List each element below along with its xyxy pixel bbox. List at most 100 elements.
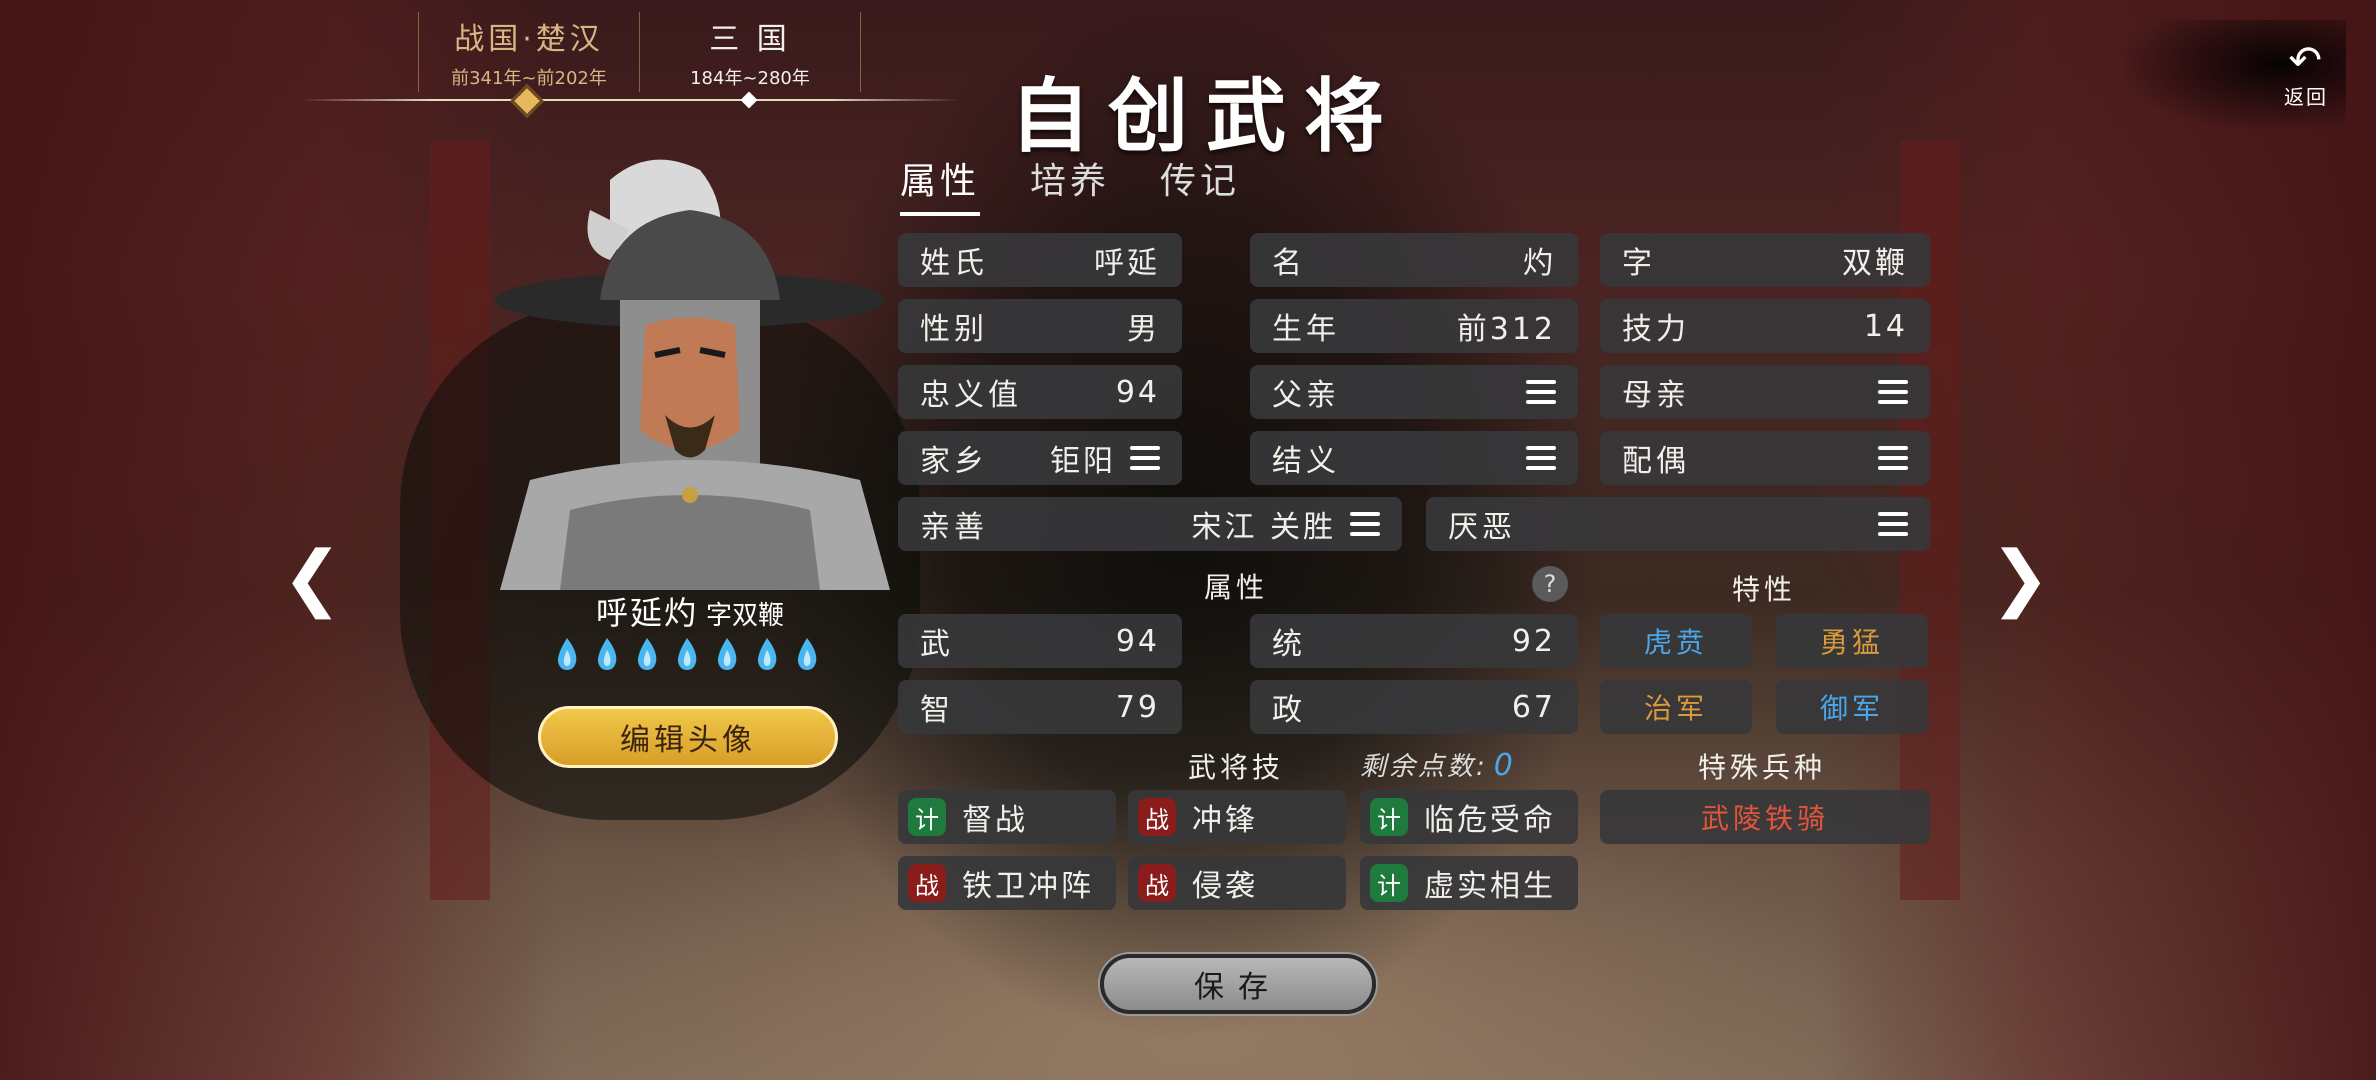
- remaining-value: 0: [1493, 748, 1516, 783]
- rank-flames: [552, 636, 822, 672]
- field-value: 94: [1115, 374, 1160, 410]
- field-value: 前312: [1456, 312, 1556, 347]
- father-field[interactable]: 父亲: [1250, 365, 1578, 419]
- gender-field[interactable]: 性别 男: [898, 299, 1182, 353]
- field-label: 母亲: [1622, 378, 1690, 413]
- skill-slot[interactable]: 计 督战: [898, 790, 1116, 844]
- traits-heading: 特性: [1732, 573, 1797, 606]
- menu-icon[interactable]: [1878, 512, 1908, 536]
- trait-zhijun[interactable]: 治军: [1600, 680, 1752, 734]
- skill-slot[interactable]: 计 临危受命: [1360, 790, 1578, 844]
- field-label: 字: [1622, 246, 1656, 281]
- sworn-brothers-field[interactable]: 结义: [1250, 431, 1578, 485]
- field-value: 79: [1115, 689, 1160, 725]
- next-arrow-icon[interactable]: ❯: [1990, 535, 2050, 619]
- field-label: 结义: [1272, 444, 1340, 479]
- skill-slot[interactable]: 计 虚实相生: [1360, 856, 1578, 910]
- page-title: 自创武将: [1010, 69, 1402, 163]
- flame-icon: [797, 638, 817, 670]
- loyalty-field[interactable]: 忠义值 94: [898, 365, 1182, 419]
- field-label: 政: [1272, 693, 1306, 728]
- field-label: 姓氏: [920, 246, 988, 281]
- menu-icon[interactable]: [1350, 512, 1380, 536]
- general-courtesy-name: 字双鞭: [706, 601, 785, 631]
- skill-power-field: 技力 14: [1600, 299, 1930, 353]
- flame-icon: [717, 638, 737, 670]
- general-portrait: [490, 150, 900, 590]
- era-warring-states[interactable]: 战国·楚汉 前341年~前202年: [418, 12, 640, 92]
- field-value: 67: [1511, 689, 1556, 725]
- help-icon[interactable]: ?: [1532, 566, 1568, 602]
- attr-zhi[interactable]: 智 79: [898, 680, 1182, 734]
- birth-year-field[interactable]: 生年 前312: [1250, 299, 1578, 353]
- special-troop-heading: 特殊兵种: [1698, 751, 1827, 784]
- return-icon: ↶: [2288, 37, 2322, 84]
- field-value: 双鞭: [1842, 246, 1908, 281]
- previous-arrow-icon[interactable]: ❮: [282, 535, 342, 619]
- field-value: 钜阳: [1050, 444, 1116, 479]
- field-value: 呼延: [1094, 246, 1160, 281]
- attr-tong[interactable]: 统 92: [1250, 614, 1578, 668]
- remaining-label: 剩余点数:: [1360, 752, 1488, 782]
- field-value: 宋江 关胜: [1191, 510, 1336, 545]
- trait-yongmeng[interactable]: 勇猛: [1776, 614, 1928, 668]
- hometown-field[interactable]: 家乡 钜阳: [898, 431, 1182, 485]
- field-label: 智: [920, 693, 954, 728]
- surname-field[interactable]: 姓氏 呼延: [898, 233, 1182, 287]
- skill-type-badge: 计: [1370, 798, 1408, 836]
- special-troop-slot[interactable]: 武陵铁骑: [1600, 790, 1930, 844]
- spouse-field[interactable]: 配偶: [1600, 431, 1930, 485]
- field-value: 14: [1863, 308, 1908, 344]
- courtesy-name-field[interactable]: 字 双鞭: [1600, 233, 1930, 287]
- flame-icon: [597, 638, 617, 670]
- flame-icon: [557, 638, 577, 670]
- remaining-points: 剩余点数: 0: [1360, 746, 1516, 783]
- era-range: 184年~280年: [690, 68, 810, 89]
- era-three-kingdoms[interactable]: 三 国 184年~280年: [640, 12, 861, 92]
- skill-name: 虚实相生: [1424, 869, 1556, 904]
- field-value: 92: [1511, 623, 1556, 659]
- skill-name: 冲锋: [1192, 803, 1258, 838]
- field-value: 94: [1115, 623, 1160, 659]
- field-label: 统: [1272, 627, 1306, 662]
- menu-icon[interactable]: [1878, 446, 1908, 470]
- tab-bar: 属性 培养 传记: [900, 152, 1290, 216]
- tab-training[interactable]: 培养: [1030, 152, 1110, 216]
- trait-yujun[interactable]: 御军: [1776, 680, 1928, 734]
- era-name: 三 国: [709, 22, 791, 57]
- given-name-field[interactable]: 名 灼: [1250, 233, 1578, 287]
- era-name: 战国·楚汉: [454, 22, 604, 57]
- save-button[interactable]: 保存: [1100, 954, 1376, 1014]
- skill-slot[interactable]: 战 冲锋: [1128, 790, 1346, 844]
- skill-name: 铁卫冲阵: [962, 869, 1094, 904]
- skill-name: 督战: [962, 803, 1028, 838]
- likes-field[interactable]: 亲善 宋江 关胜: [898, 497, 1402, 551]
- field-label: 名: [1272, 246, 1306, 281]
- menu-icon[interactable]: [1526, 380, 1556, 404]
- edit-avatar-button[interactable]: 编辑头像: [538, 706, 838, 768]
- era-timeline: [300, 99, 960, 101]
- back-button[interactable]: ↶ 返回: [2126, 20, 2346, 130]
- menu-icon[interactable]: [1130, 446, 1160, 470]
- trait-huben[interactable]: 虎贲: [1600, 614, 1752, 668]
- skill-slot[interactable]: 战 铁卫冲阵: [898, 856, 1116, 910]
- field-label: 生年: [1272, 312, 1340, 347]
- skill-name: 临危受命: [1424, 803, 1556, 838]
- menu-icon[interactable]: [1878, 380, 1908, 404]
- skill-type-badge: 计: [1370, 864, 1408, 902]
- field-label: 家乡: [920, 444, 988, 479]
- field-label: 忠义值: [920, 378, 1022, 413]
- skill-type-badge: 战: [908, 864, 946, 902]
- dislikes-field[interactable]: 厌恶: [1426, 497, 1930, 551]
- tab-attributes[interactable]: 属性: [900, 152, 981, 216]
- mother-field[interactable]: 母亲: [1600, 365, 1930, 419]
- tab-biography[interactable]: 传记: [1160, 152, 1240, 216]
- attr-wu[interactable]: 武 94: [898, 614, 1182, 668]
- field-label: 厌恶: [1448, 510, 1516, 545]
- menu-icon[interactable]: [1526, 446, 1556, 470]
- attr-zheng[interactable]: 政 67: [1250, 680, 1578, 734]
- skill-slot[interactable]: 战 侵袭: [1128, 856, 1346, 910]
- field-value: 灼: [1523, 246, 1556, 281]
- general-name: 呼延灼: [595, 594, 698, 632]
- general-name-block: 呼延灼 字双鞭: [520, 588, 860, 634]
